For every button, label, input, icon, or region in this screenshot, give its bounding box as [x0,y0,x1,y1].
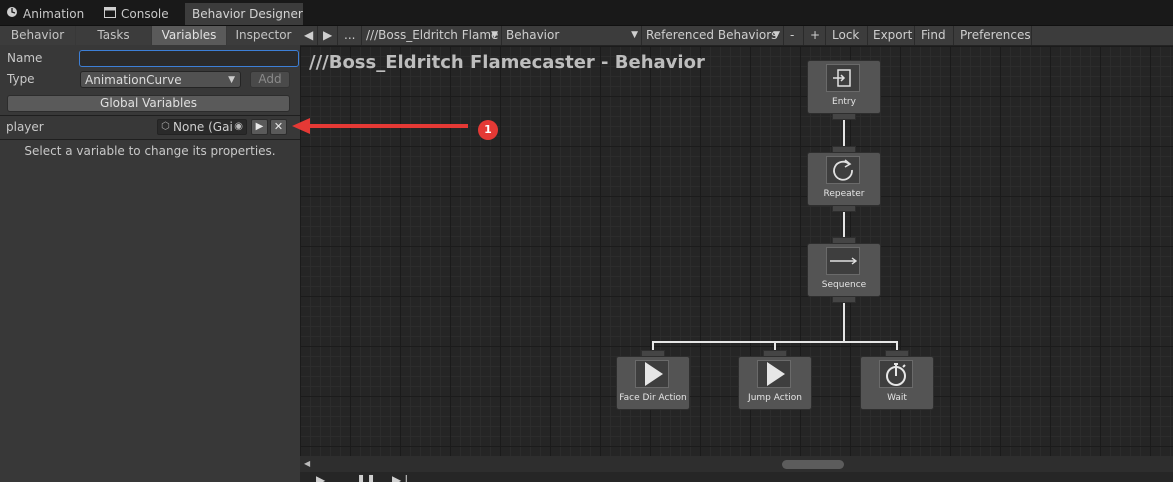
name-label: Name [7,51,43,65]
chevron-down-icon: ▼ [228,75,235,85]
object-picker-icon[interactable]: ◉ [234,120,243,134]
variable-name: player [6,120,44,134]
delete-variable-button[interactable]: ✕ [270,119,287,135]
lock-button[interactable]: Lock [826,26,868,45]
repeat-icon [826,156,860,184]
tab-tasks[interactable]: Tasks [76,26,151,45]
forward-button[interactable]: ▶ [318,26,338,45]
step-icon[interactable]: ▶❘ [392,474,411,482]
scrollbar-thumb[interactable] [782,460,844,469]
debug-controls: ▶ ❚❚ ▶❘ [300,472,1173,482]
behavior-select-value: Behavior [506,28,560,42]
variable-value-text: None (Gai [173,120,233,134]
arrow-right-icon [826,247,860,275]
connection-wire [843,302,845,342]
window-tab-label: Animation [23,7,85,21]
variable-hint-text: Select a variable to change its properti… [24,144,276,158]
chevron-down-icon: ▼ [773,30,780,40]
stopwatch-icon [879,360,913,388]
node-label: Repeater [823,189,865,199]
chevron-down-icon: ▼ [491,30,498,40]
window-tab-console[interactable]: Console [104,3,184,26]
graph-toolbar: ◀ ▶ ... ///Boss_Eldritch Flame ▼ Behavior… [300,26,1173,46]
tab-inspector[interactable]: Inspector [227,26,300,45]
chevron-right-icon: ▶ [255,121,264,132]
behavior-graph-canvas[interactable]: ///Boss_Eldritch Flamecaster - Behavior … [300,46,1173,456]
annotation-badge: 1 [478,120,498,140]
cube-icon: ⬡ [161,121,170,132]
chevron-down-icon: ▼ [631,30,638,40]
tab-label: Behavior [10,28,65,42]
window-tab-label: Behavior Designer [192,7,303,21]
arrow-left-icon: ◀ [304,28,314,42]
window-tab-animation[interactable]: Animation [6,3,96,26]
remove-behavior-button[interactable]: - [784,26,804,45]
behavior-select[interactable]: Behavior ▼ [502,26,642,45]
referenced-behaviors-label: Referenced Behaviors [646,28,778,42]
play-icon [635,360,669,388]
close-icon: ✕ [273,120,284,133]
type-select-value: AnimationCurve [85,73,182,87]
graph-title: ///Boss_Eldritch Flamecaster - Behavior [309,52,705,73]
play-icon [757,360,791,388]
back-button[interactable]: ◀ [300,26,318,45]
divider [0,115,300,116]
find-button[interactable]: Find [915,26,954,45]
console-icon [104,3,116,26]
global-variables-button[interactable]: Global Variables [7,95,290,112]
window-tab-label: Console [121,7,169,21]
add-variable-button[interactable]: Add [250,71,290,88]
window-tab-bar: Animation Console Behavior Designer [0,0,1173,26]
node-label: Face Dir Action [619,393,687,403]
graph-horizontal-scrollbar[interactable]: ◀ [300,456,1173,472]
divider [0,139,300,140]
entry-icon [826,64,860,92]
animation-icon [6,3,18,26]
tab-label: Inspector [235,28,292,42]
variable-type-select[interactable]: AnimationCurve ▼ [80,71,241,88]
pause-icon[interactable]: ❚❚ [356,474,376,482]
object-select-value: ///Boss_Eldritch Flame [366,28,499,42]
type-label: Type [7,72,35,86]
node-label: Jump Action [748,393,802,403]
more-button[interactable]: ... [338,26,362,45]
arrow-right-icon: ▶ [323,28,333,42]
referenced-behaviors-select[interactable]: Referenced Behaviors ▼ [642,26,784,45]
tab-variables[interactable]: Variables [152,26,226,45]
preferences-button[interactable]: Preferences [954,26,1032,45]
variables-panel: Behavior Tasks Variables Inspector Name … [0,26,300,482]
variable-name-input[interactable] [79,50,299,67]
scroll-left-icon[interactable]: ◀ [304,456,310,472]
tab-behavior[interactable]: Behavior [0,26,75,45]
variable-value-field[interactable]: ⬡ None (Gai ◉ [157,119,247,135]
variable-expand-button[interactable]: ▶ [251,119,268,135]
tab-label: Tasks [97,28,130,42]
tab-label: Variables [161,28,217,42]
object-select[interactable]: ///Boss_Eldritch Flame ▼ [362,26,502,45]
node-label: Wait [887,393,907,403]
window-tab-behavior-designer[interactable]: Behavior Designer [185,3,303,26]
play-icon[interactable]: ▶ [316,474,325,482]
export-button[interactable]: Export [868,26,915,45]
add-behavior-button[interactable]: + [804,26,826,45]
node-label: Sequence [821,280,867,290]
node-label: Entry [832,97,856,107]
